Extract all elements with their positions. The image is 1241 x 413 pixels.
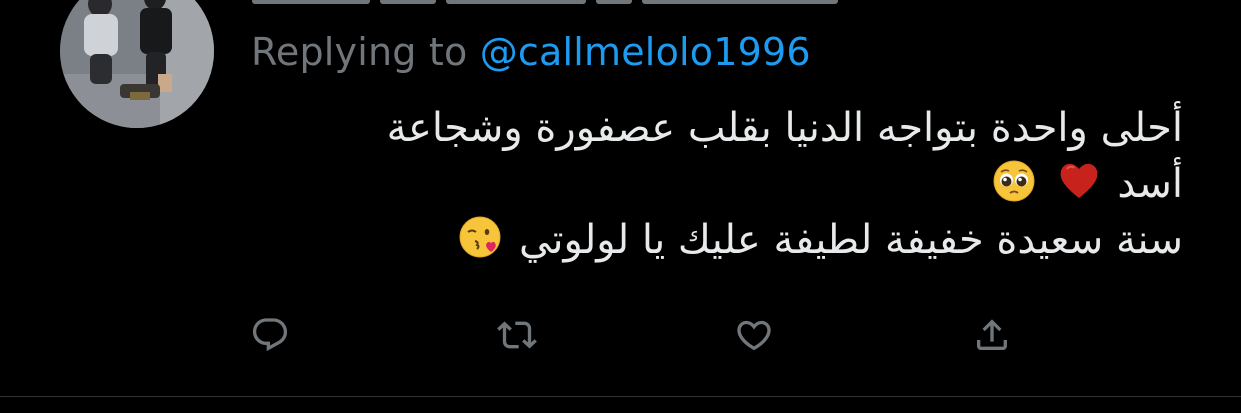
retweet-button[interactable] [491, 309, 543, 361]
tweet-action-bar [0, 309, 1241, 361]
tweet-line-text: سنة سعيدة خفيفة لطيفة عليك يا لولوتي [518, 217, 1183, 263]
avatar[interactable] [60, 0, 214, 128]
tweet-line-text: أسد [1117, 161, 1183, 207]
divider [0, 396, 1241, 397]
pleading-face-emoji [992, 159, 1036, 203]
face-blowing-kiss-emoji [458, 215, 502, 259]
author-name-fragment [380, 0, 436, 4]
share-icon [977, 319, 1007, 350]
reply-button[interactable] [244, 309, 296, 361]
replying-to-line: Replying to @callmelolo1996 [251, 26, 811, 78]
replying-to-label: Replying to [251, 30, 468, 74]
tweet-text: أحلى واحدة بتواجه الدنيا بقلب عصفورة وشج… [243, 100, 1183, 268]
author-name-fragment [252, 0, 370, 4]
tweet-line-1: أحلى واحدة بتواجه الدنيا بقلب عصفورة وشج… [243, 100, 1183, 156]
red-heart-emoji [1057, 159, 1101, 203]
author-name-row [252, 0, 838, 8]
tweet-line-3: سنة سعيدة خفيفة لطيفة عليك يا لولوتي [243, 212, 1183, 268]
author-name-fragment [642, 0, 838, 4]
tweet-line-2: أسد [243, 156, 1183, 212]
heart-icon [737, 320, 771, 351]
tweet-line-text: أحلى واحدة بتواجه الدنيا بقلب عصفورة وشج… [386, 105, 1183, 151]
author-name-fragment [596, 0, 632, 4]
author-name-fragment [446, 0, 586, 4]
retweet-icon [497, 321, 537, 349]
replied-user-handle[interactable]: @callmelolo1996 [480, 30, 811, 74]
avatar-photo [60, 0, 214, 128]
like-button[interactable] [728, 309, 780, 361]
share-button[interactable] [966, 309, 1018, 361]
reply-icon [252, 318, 288, 352]
